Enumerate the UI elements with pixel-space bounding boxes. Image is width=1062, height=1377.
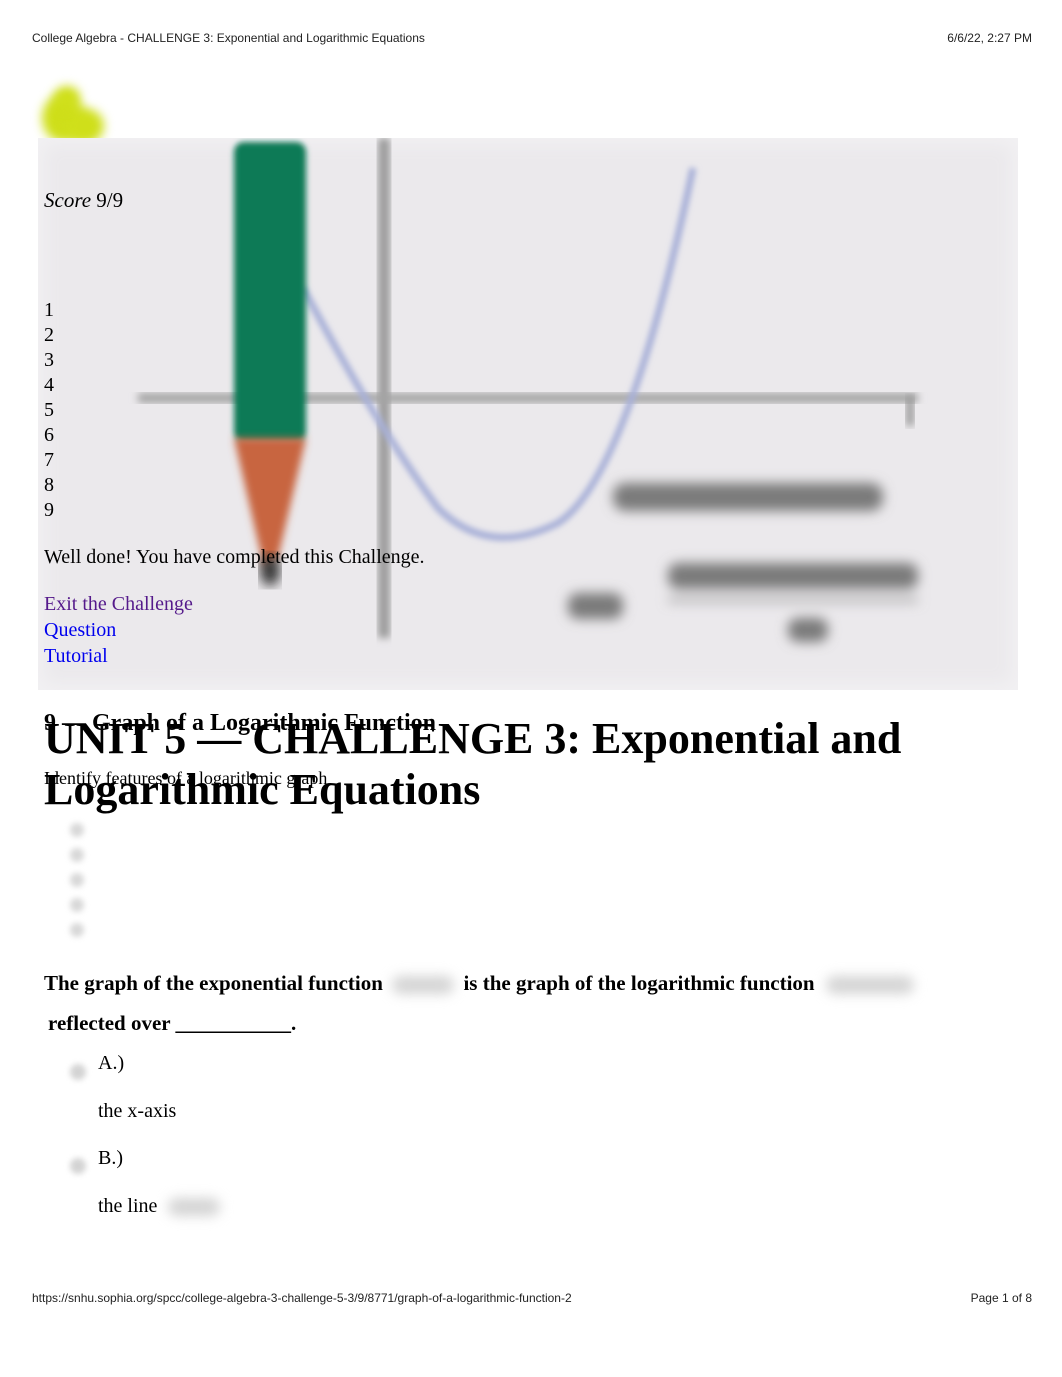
question-number-link[interactable]: 7 bbox=[44, 448, 54, 473]
print-url: https://snhu.sophia.org/spcc/college-alg… bbox=[32, 1291, 572, 1305]
print-footer: https://snhu.sophia.org/spcc/college-alg… bbox=[32, 1291, 1032, 1305]
progress-dot bbox=[70, 848, 84, 862]
quadratic-formula bbox=[568, 483, 918, 642]
option-b-radio[interactable] bbox=[70, 1158, 86, 1174]
question-number-link[interactable]: 9 bbox=[44, 498, 54, 523]
question-number-link[interactable]: 3 bbox=[44, 348, 54, 373]
exit-challenge-link[interactable]: Exit the Challenge bbox=[44, 591, 193, 617]
option-b-text[interactable]: the line bbox=[98, 1195, 221, 1218]
progress-dot bbox=[70, 898, 84, 912]
question-number-link[interactable]: 5 bbox=[44, 398, 54, 423]
challenge-links: Exit the Challenge Question Tutorial bbox=[44, 591, 193, 669]
question-tab-link[interactable]: Question bbox=[44, 617, 193, 643]
score-label: Score bbox=[44, 188, 92, 212]
question-number-link[interactable]: 1 bbox=[44, 298, 54, 323]
progress-dot bbox=[70, 923, 84, 937]
pencil-body bbox=[234, 142, 306, 442]
parabola-curve bbox=[299, 167, 697, 541]
logarithmic-function-math bbox=[825, 976, 914, 995]
score: Score 9/9 bbox=[44, 188, 123, 213]
progress-dot bbox=[70, 823, 84, 837]
question-number-link[interactable]: 2 bbox=[44, 323, 54, 348]
score-value: 9/9 bbox=[96, 188, 124, 212]
question-text-part1: The graph of the exponential function bbox=[44, 971, 383, 995]
print-header: College Algebra - CHALLENGE 3: Exponenti… bbox=[32, 31, 1032, 45]
completion-message: Well done! You have completed this Chall… bbox=[44, 546, 425, 568]
unit-title: UNIT 5 — CHALLENGE 3: Exponential and Lo… bbox=[44, 714, 902, 814]
question-number-link[interactable]: 4 bbox=[44, 373, 54, 398]
tutorial-tab-link[interactable]: Tutorial bbox=[44, 643, 193, 669]
question-number-link[interactable]: 8 bbox=[44, 473, 54, 498]
print-datetime: 6/6/22, 2:27 PM bbox=[947, 31, 1032, 45]
progress-dots bbox=[70, 823, 84, 948]
question-text: The graph of the exponential function is… bbox=[44, 963, 1004, 1043]
print-page-number: Page 1 of 8 bbox=[970, 1291, 1032, 1305]
question-number-list: 1 2 3 4 5 6 7 8 9 bbox=[44, 298, 54, 523]
option-b-letter: B.) bbox=[98, 1147, 123, 1169]
option-b-text-label: the line bbox=[98, 1195, 158, 1217]
option-a-text[interactable]: the x-axis bbox=[98, 1100, 176, 1123]
exponential-function-math bbox=[392, 976, 455, 995]
progress-dot bbox=[70, 873, 84, 887]
question-text-part3: reflected over ___________. bbox=[48, 1011, 297, 1035]
question-text-part2: is the graph of the logarithmic function bbox=[463, 971, 815, 995]
option-b-math bbox=[168, 1198, 221, 1217]
option-a-letter: A.) bbox=[98, 1052, 125, 1074]
question-number-link[interactable]: 6 bbox=[44, 423, 54, 448]
print-page-title: College Algebra - CHALLENGE 3: Exponenti… bbox=[32, 31, 425, 45]
option-a-radio[interactable] bbox=[70, 1064, 86, 1080]
